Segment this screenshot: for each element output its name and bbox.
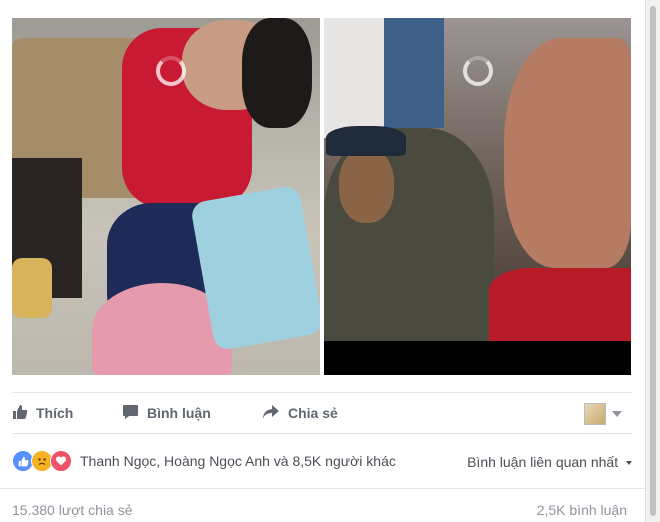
love-reaction-icon (50, 450, 72, 472)
slipper (12, 258, 52, 318)
comment-sort-dropdown[interactable]: Bình luận liên quan nhất (467, 454, 632, 470)
cap (326, 126, 406, 156)
post-card: Thích Bình luận Chia sẻ Thanh Ngọc, Hoàn… (0, 0, 646, 522)
like-button[interactable]: Thích (12, 393, 73, 433)
post-photo-left[interactable] (12, 18, 320, 375)
chevron-down-icon (612, 411, 622, 417)
post-action-bar: Thích Bình luận Chia sẻ (12, 392, 632, 434)
reactions-summary[interactable]: Thanh Ngọc, Hoàng Ngọc Anh và 8,5K người… (12, 448, 632, 474)
avatar (584, 403, 606, 425)
hair (242, 18, 312, 128)
thumbs-up-icon (12, 404, 28, 423)
comment-button[interactable]: Bình luận (122, 393, 211, 433)
comment-icon (122, 404, 139, 423)
man-face-small (339, 148, 394, 223)
divider (0, 488, 645, 489)
video-control-bar[interactable] (324, 341, 631, 375)
closeup-red-shirt (489, 268, 631, 343)
share-count[interactable]: 15.380 lượt chia sẻ (12, 502, 133, 518)
share-label: Chia sẻ (288, 405, 338, 421)
denim-jacket (384, 18, 444, 128)
closeup-face (504, 38, 631, 268)
share-button[interactable]: Chia sẻ (262, 393, 338, 433)
post-video-right[interactable] (324, 18, 631, 375)
share-arrow-icon (262, 404, 280, 423)
comment-label: Bình luận (147, 405, 211, 421)
chevron-down-icon (626, 461, 632, 466)
reaction-icons (12, 450, 76, 472)
comment-sort-label: Bình luận liên quan nhất (467, 454, 619, 470)
loading-spinner-icon (463, 56, 493, 86)
scrollbar-thumb[interactable] (650, 6, 656, 516)
comment-count[interactable]: 2,5K bình luận (537, 502, 627, 518)
loading-spinner-icon (156, 56, 186, 86)
like-label: Thích (36, 405, 74, 421)
reaction-names[interactable]: Thanh Ngọc, Hoàng Ngọc Anh và 8,5K người… (80, 453, 396, 469)
post-as-selector[interactable] (584, 403, 622, 425)
